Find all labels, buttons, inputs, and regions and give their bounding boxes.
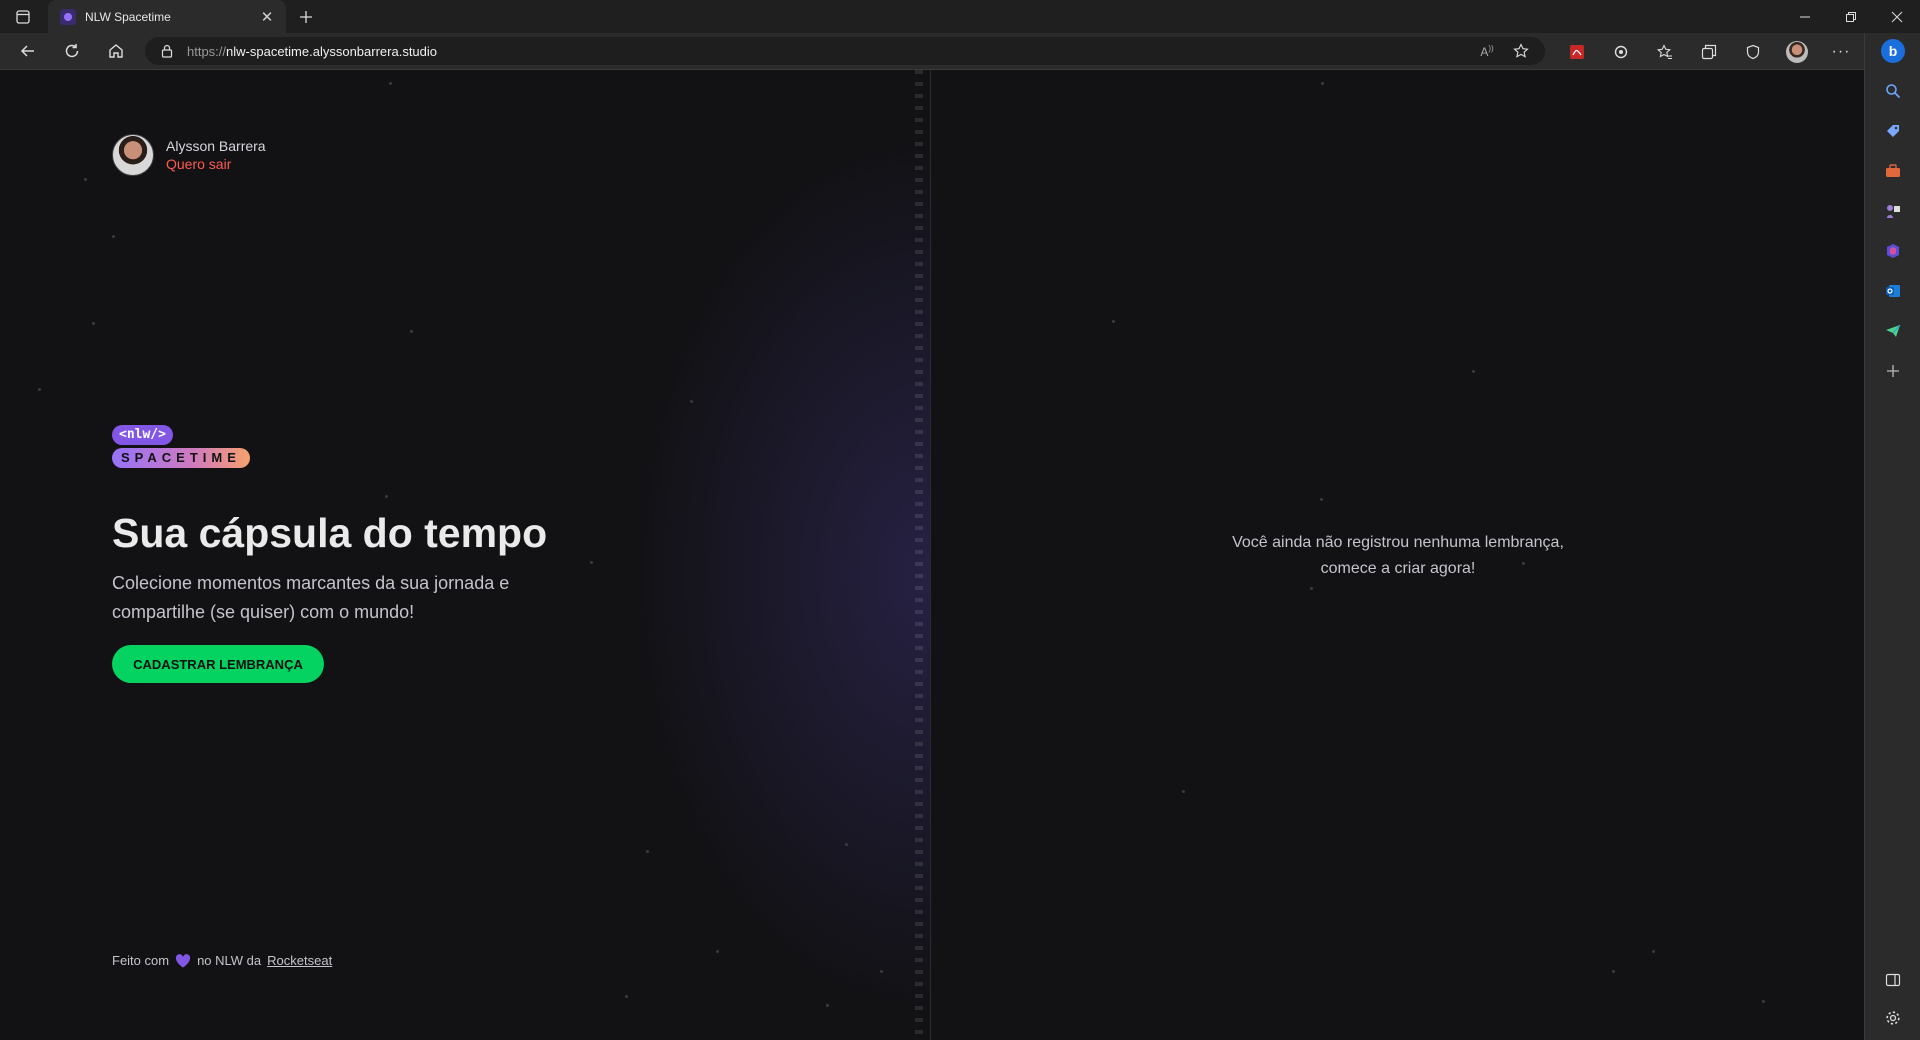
add-icon[interactable]: [1865, 355, 1920, 387]
right-panel: Você ainda não registrou nenhuma lembran…: [932, 70, 1864, 1040]
settings-icon[interactable]: [1865, 1002, 1920, 1034]
star-decoration: [1762, 1000, 1765, 1003]
logo-nlw: <nlw/>: [112, 425, 173, 445]
tab-actions-icon[interactable]: [0, 0, 46, 33]
browser-essentials-icon[interactable]: [1731, 33, 1775, 70]
page-title: Sua cápsula do tempo: [112, 510, 548, 556]
star-decoration: [410, 330, 413, 333]
user-name: Alysson Barrera: [166, 138, 266, 154]
extensions-icon[interactable]: [1599, 33, 1643, 70]
star-decoration: [385, 495, 388, 498]
new-tab-icon[interactable]: [288, 0, 324, 33]
empty-state-message: Você ainda não registrou nenhuma lembran…: [932, 530, 1864, 582]
left-panel: Alysson Barrera Quero sair <nlw/> SPACET…: [0, 70, 931, 1040]
tools-icon[interactable]: [1865, 155, 1920, 187]
office-icon[interactable]: [1865, 235, 1920, 267]
pdf-icon[interactable]: [1555, 33, 1599, 70]
star-decoration: [1320, 498, 1323, 501]
restore-icon[interactable]: [1828, 0, 1874, 33]
favorites-icon[interactable]: [1643, 33, 1687, 70]
star-decoration: [590, 561, 593, 564]
edge-sidebar: b: [1864, 33, 1920, 1040]
browser-tab[interactable]: NLW Spacetime ✕: [48, 0, 286, 33]
star-decoration: [1182, 790, 1185, 793]
create-memory-button[interactable]: CADASTRAR LEMBRANÇA: [112, 645, 324, 683]
star-decoration: [690, 400, 693, 403]
browser-toolbar: https://nlw-spacetime.alyssonbarrera.stu…: [0, 33, 1920, 70]
star-decoration: [845, 843, 848, 846]
star-decoration: [646, 850, 649, 853]
games-icon[interactable]: [1865, 195, 1920, 227]
add-favorite-icon[interactable]: [1507, 37, 1535, 65]
profile-avatar[interactable]: [1775, 33, 1819, 70]
empty-state-line-1: Você ainda não registrou nenhuma lembran…: [1232, 534, 1564, 551]
window-controls: [1782, 0, 1920, 33]
shopping-icon[interactable]: [1865, 115, 1920, 147]
footer-middle: no NLW da: [197, 953, 262, 968]
tab-favicon-icon: [60, 8, 76, 25]
star-decoration: [625, 995, 628, 998]
logout-link[interactable]: Quero sair: [166, 155, 266, 173]
footer-prefix: Feito com: [112, 953, 170, 968]
minimize-icon[interactable]: [1782, 0, 1828, 33]
lock-icon[interactable]: [159, 43, 175, 59]
page-viewport: Alysson Barrera Quero sair <nlw/> SPACET…: [0, 70, 1864, 1040]
nlw-spacetime-logo: <nlw/> SPACETIME: [112, 425, 250, 468]
read-aloud-icon[interactable]: A)): [1473, 37, 1501, 65]
rocketseat-link[interactable]: Rocketseat: [267, 953, 332, 968]
star-decoration: [880, 970, 883, 973]
star-decoration: [1310, 587, 1313, 590]
star-decoration: [389, 82, 392, 85]
page-subtitle: Colecione momentos marcantes da sua jorn…: [112, 573, 510, 622]
empty-state-line-2: comece a criar agora!: [1320, 560, 1476, 577]
back-icon[interactable]: [10, 35, 46, 67]
star-decoration: [826, 1004, 829, 1007]
more-icon[interactable]: ···: [1819, 33, 1863, 70]
star-decoration: [1112, 320, 1115, 323]
logo-spacetime: SPACETIME: [112, 448, 250, 468]
star-decoration: [1652, 950, 1655, 953]
close-icon[interactable]: ✕: [258, 8, 276, 26]
star-decoration: [84, 178, 87, 181]
star-decoration: [716, 950, 719, 953]
star-decoration: [1612, 970, 1615, 973]
search-icon[interactable]: [1865, 75, 1920, 107]
address-bar[interactable]: https://nlw-spacetime.alyssonbarrera.stu…: [145, 37, 1545, 65]
star-decoration: [38, 388, 41, 391]
outlook-icon[interactable]: [1865, 275, 1920, 307]
collections-icon[interactable]: [1687, 33, 1731, 70]
footer: Feito com no NLW da Rocketseat: [112, 953, 332, 968]
heart-icon: [175, 953, 191, 967]
home-icon[interactable]: [98, 35, 134, 67]
star-decoration: [1321, 82, 1324, 85]
user-profile[interactable]: Alysson Barrera Quero sair: [112, 134, 266, 176]
tab-title: NLW Spacetime: [85, 9, 171, 24]
avatar[interactable]: [112, 134, 154, 176]
url-text[interactable]: https://nlw-spacetime.alyssonbarrera.stu…: [187, 44, 437, 59]
divider-stripes: [915, 70, 923, 1040]
refresh-icon[interactable]: [54, 35, 90, 67]
star-decoration: [112, 235, 115, 238]
telegram-icon[interactable]: [1865, 315, 1920, 347]
close-window-icon[interactable]: [1874, 0, 1920, 33]
tab-bar: NLW Spacetime ✕: [0, 0, 1920, 33]
star-decoration: [1472, 370, 1475, 373]
bing-icon[interactable]: b: [1865, 35, 1920, 67]
sidebar-toggle-icon[interactable]: [1865, 964, 1920, 996]
star-decoration: [92, 322, 95, 325]
